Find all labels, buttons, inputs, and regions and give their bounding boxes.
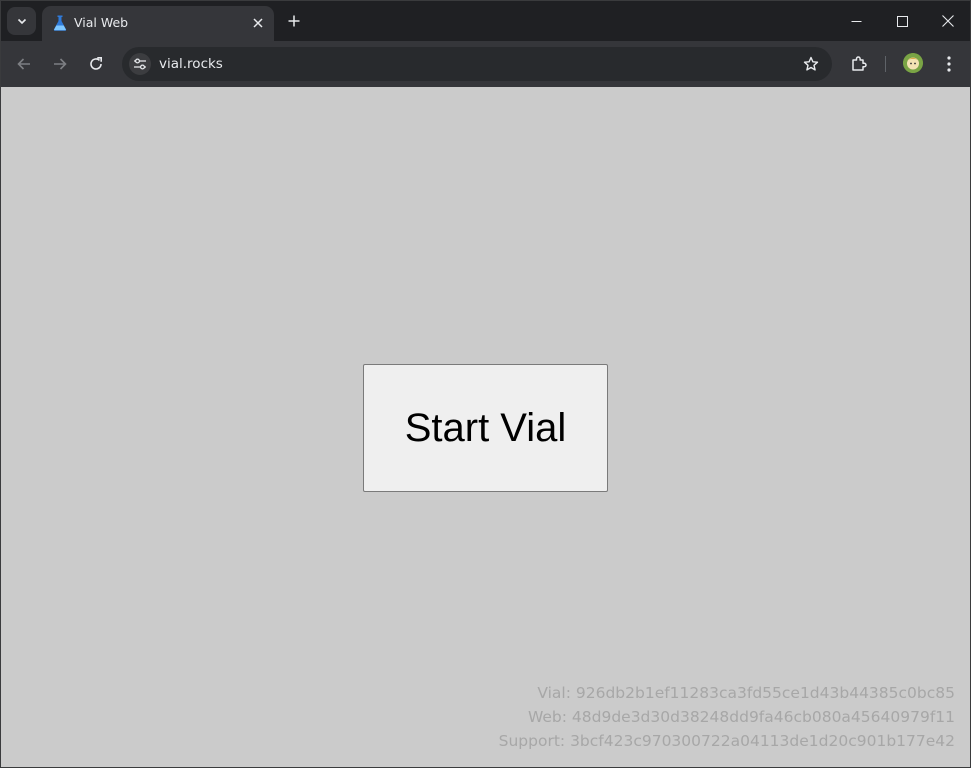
- forward-button[interactable]: [48, 52, 72, 76]
- close-icon: [942, 15, 954, 27]
- maximize-icon: [896, 15, 908, 27]
- maximize-button[interactable]: [879, 1, 925, 41]
- arrow-left-icon: [17, 58, 30, 70]
- close-icon: [253, 18, 263, 28]
- tab-strip: Vial Web: [1, 1, 970, 41]
- start-vial-button[interactable]: Start Vial: [363, 364, 608, 492]
- address-bar[interactable]: vial.rocks: [122, 47, 832, 81]
- bookmark-button[interactable]: [802, 55, 820, 73]
- web-version: Web: 48d9de3d30d38248dd9fa46cb080a456409…: [527, 708, 955, 726]
- browser-toolbar: vial.rocks: [1, 41, 970, 87]
- tab-close-button[interactable]: [250, 15, 266, 31]
- page-content: Start Vial Vial: 926db2b1ef11283ca3fd55c…: [1, 87, 970, 767]
- tab-search-button[interactable]: [7, 7, 36, 35]
- vial-version: Vial: 926db2b1ef11283ca3fd55ce1d43b44385…: [537, 684, 955, 702]
- url-text[interactable]: vial.rocks: [159, 56, 223, 72]
- close-window-button[interactable]: [925, 1, 970, 41]
- version-info: Vial: 926db2b1ef11283ca3fd55ce1d43b44385…: [499, 681, 955, 753]
- profile-avatar-icon: [903, 53, 923, 73]
- minimize-button[interactable]: [833, 1, 879, 41]
- back-button[interactable]: [12, 52, 36, 76]
- puzzle-icon: [852, 56, 867, 71]
- plus-icon: [288, 15, 300, 27]
- browser-window: Vial Web vial.rocks Start Vial Vial: 926…: [0, 0, 971, 768]
- new-tab-button[interactable]: [283, 10, 305, 32]
- toolbar-divider: [885, 56, 886, 72]
- reload-button[interactable]: [84, 52, 108, 76]
- star-icon: [803, 56, 819, 71]
- chevron-down-icon: [17, 18, 26, 25]
- kebab-menu-icon: [947, 56, 951, 72]
- minimize-icon: [851, 20, 861, 22]
- browser-menu-button[interactable]: [937, 52, 961, 76]
- tab-title: Vial Web: [74, 15, 129, 30]
- reload-icon: [90, 57, 102, 70]
- arrow-right-icon: [54, 58, 67, 70]
- site-info-button[interactable]: [129, 53, 151, 75]
- support-version: Support: 3bcf423c970300722a04113de1d20c9…: [498, 732, 955, 750]
- extensions-button[interactable]: [847, 52, 871, 76]
- avatar[interactable]: [903, 53, 923, 73]
- active-tab[interactable]: Vial Web: [42, 6, 274, 41]
- flask-icon: [53, 15, 67, 31]
- tune-icon: [134, 58, 146, 70]
